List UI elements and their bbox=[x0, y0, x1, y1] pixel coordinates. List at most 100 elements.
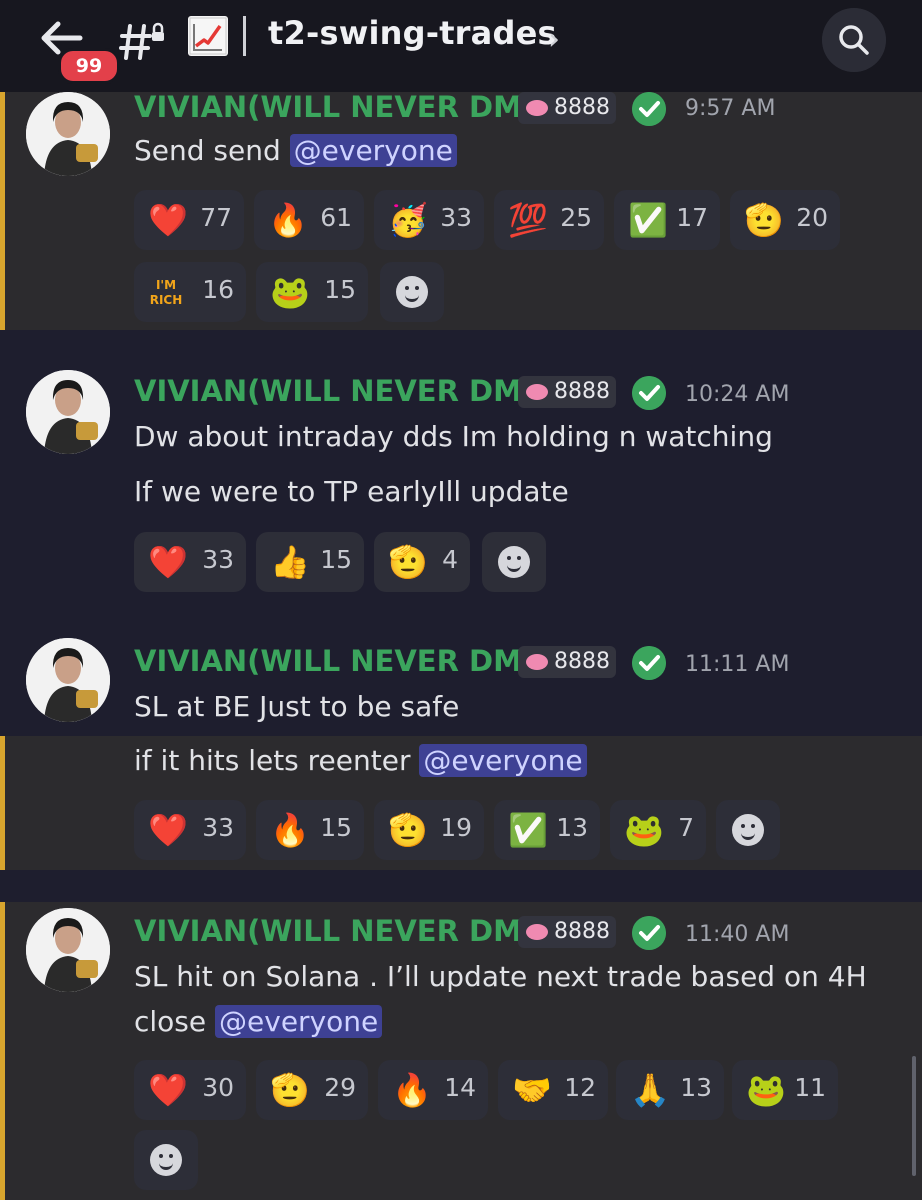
folded-hands-icon: 🙏 bbox=[630, 1071, 670, 1109]
verified-check-icon bbox=[632, 92, 666, 126]
salute-icon: 🫡 bbox=[744, 201, 784, 239]
heart-gem-icon bbox=[526, 654, 548, 670]
mention-highlight-bar bbox=[0, 736, 5, 870]
smiley-icon bbox=[396, 276, 428, 308]
message-4[interactable]: VIVIAN(WILL NEVER DM) 8888 11:40 AM SL h… bbox=[0, 902, 922, 1200]
add-reaction-button[interactable] bbox=[380, 262, 444, 322]
reaction-heart[interactable]: ❤️ 77 bbox=[134, 190, 244, 250]
check-mark-icon: ✅ bbox=[508, 811, 548, 849]
message-3[interactable]: VIVIAN(WILL NEVER DM) 8888 11:11 AM SL a… bbox=[0, 614, 922, 736]
fire-icon: 🔥 bbox=[270, 811, 310, 849]
reaction-fire[interactable]: 🔥 61 bbox=[254, 190, 364, 250]
timestamp: 11:40 AM bbox=[685, 922, 790, 947]
avatar[interactable] bbox=[26, 370, 110, 454]
fire-icon: 🔥 bbox=[392, 1071, 432, 1109]
username[interactable]: VIVIAN(WILL NEVER DM) bbox=[134, 644, 535, 678]
avatar[interactable] bbox=[26, 638, 110, 722]
add-reaction-button[interactable] bbox=[716, 800, 780, 860]
channel-name[interactable]: t2-swing-trades bbox=[268, 14, 557, 52]
reaction-fire[interactable]: 🔥 15 bbox=[256, 800, 364, 860]
pepe-frog-icon: 🐸 bbox=[624, 811, 664, 849]
message-text: Send send @everyone bbox=[134, 134, 457, 167]
salute-icon: 🫡 bbox=[270, 1071, 310, 1109]
verified-check-icon bbox=[632, 916, 666, 950]
handshake-icon: 🤝 bbox=[512, 1071, 552, 1109]
salute-icon: 🫡 bbox=[388, 543, 428, 581]
verified-check-icon bbox=[632, 376, 666, 410]
chevron-right-icon[interactable]: › bbox=[548, 22, 560, 57]
pepe-frog-icon: 🐸 bbox=[270, 273, 310, 311]
everyone-mention[interactable]: @everyone bbox=[215, 1005, 383, 1038]
reaction-salute[interactable]: 🫡 29 bbox=[256, 1060, 368, 1120]
reaction-heart[interactable]: ❤️ 33 bbox=[134, 532, 246, 592]
message-1[interactable]: VIVIAN(WILL NEVER DM) 8888 9:57 AM Send … bbox=[0, 90, 922, 330]
smiley-icon bbox=[498, 546, 530, 578]
salute-icon: 🫡 bbox=[388, 811, 428, 849]
everyone-mention[interactable]: @everyone bbox=[419, 744, 587, 777]
username[interactable]: VIVIAN(WILL NEVER DM) bbox=[134, 374, 535, 408]
server-boost-badge: 8888 bbox=[518, 376, 616, 408]
reaction-fire[interactable]: 🔥 14 bbox=[378, 1060, 488, 1120]
fire-icon: 🔥 bbox=[268, 201, 308, 239]
heart-gem-icon bbox=[526, 100, 548, 116]
reaction-check[interactable]: ✅ 17 bbox=[614, 190, 720, 250]
message-text: SL hit on Solana . I’ll update next trad… bbox=[134, 960, 867, 993]
reaction-heart[interactable]: ❤️ 33 bbox=[134, 800, 246, 860]
avatar[interactable] bbox=[26, 908, 110, 992]
reaction-salute[interactable]: 🫡 4 bbox=[374, 532, 470, 592]
channel-header: 99 t2-swing-trades › bbox=[0, 0, 922, 92]
avatar[interactable] bbox=[26, 92, 110, 176]
message-text: if it hits lets reenter @everyone bbox=[134, 744, 587, 777]
reaction-pray[interactable]: 🙏 13 bbox=[616, 1060, 724, 1120]
mention-highlight-bar bbox=[0, 92, 5, 330]
reaction-im-rich[interactable]: I'M RICH 16 bbox=[134, 262, 246, 322]
message-2[interactable]: VIVIAN(WILL NEVER DM) 8888 10:24 AM Dw a… bbox=[0, 330, 922, 614]
message-text: If we were to TP earlyIll update bbox=[134, 475, 569, 508]
party-face-icon: 🥳 bbox=[388, 201, 428, 239]
reaction-hundred[interactable]: 💯 25 bbox=[494, 190, 604, 250]
message-text: SL at BE Just to be safe bbox=[134, 690, 460, 723]
reaction-check[interactable]: ✅ 13 bbox=[494, 800, 600, 860]
message-3-highlight[interactable]: if it hits lets reenter @everyone ❤️ 33 🔥… bbox=[0, 736, 922, 870]
verified-check-icon bbox=[632, 646, 666, 680]
im-rich-icon: I'M RICH bbox=[149, 278, 183, 307]
unread-badge: 99 bbox=[58, 48, 120, 84]
message-text: Dw about intraday dds Im holding n watch… bbox=[134, 420, 773, 453]
heart-icon: ❤️ bbox=[148, 201, 188, 239]
smiley-icon bbox=[150, 1144, 182, 1176]
smiley-icon bbox=[732, 814, 764, 846]
chart-increasing-icon bbox=[188, 16, 228, 56]
reaction-thumbs-up[interactable]: 👍 15 bbox=[256, 532, 364, 592]
thumbs-up-icon: 👍 bbox=[270, 543, 310, 581]
add-reaction-button[interactable] bbox=[134, 1130, 198, 1190]
reaction-salute[interactable]: 🫡 19 bbox=[374, 800, 484, 860]
reaction-pepe[interactable]: 🐸 15 bbox=[256, 262, 368, 322]
hundred-points-icon: 💯 bbox=[508, 201, 548, 239]
pepe-frog-icon: 🐸 bbox=[746, 1071, 786, 1109]
reaction-heart[interactable]: ❤️ 30 bbox=[134, 1060, 246, 1120]
timestamp: 9:57 AM bbox=[685, 96, 776, 121]
username[interactable]: VIVIAN(WILL NEVER DM) bbox=[134, 90, 535, 124]
timestamp: 11:11 AM bbox=[685, 652, 790, 677]
reaction-pepe[interactable]: 🐸 11 bbox=[732, 1060, 838, 1120]
check-mark-icon: ✅ bbox=[628, 201, 668, 239]
heart-icon: ❤️ bbox=[148, 811, 188, 849]
reaction-party-face[interactable]: 🥳 33 bbox=[374, 190, 484, 250]
heart-gem-icon bbox=[526, 384, 548, 400]
server-boost-badge: 8888 bbox=[518, 92, 616, 124]
title-separator bbox=[243, 16, 246, 56]
scrollbar[interactable] bbox=[912, 1056, 916, 1176]
timestamp: 10:24 AM bbox=[685, 382, 790, 407]
heart-icon: ❤️ bbox=[148, 1071, 188, 1109]
reaction-pepe[interactable]: 🐸 7 bbox=[610, 800, 706, 860]
add-reaction-button[interactable] bbox=[482, 532, 546, 592]
reaction-handshake[interactable]: 🤝 12 bbox=[498, 1060, 608, 1120]
username[interactable]: VIVIAN(WILL NEVER DM) bbox=[134, 914, 535, 948]
heart-icon: ❤️ bbox=[148, 543, 188, 581]
everyone-mention[interactable]: @everyone bbox=[289, 134, 457, 167]
server-boost-badge: 8888 bbox=[518, 646, 616, 678]
server-boost-badge: 8888 bbox=[518, 916, 616, 948]
locked-channel-hash-icon bbox=[119, 22, 164, 60]
search-icon[interactable] bbox=[822, 8, 886, 72]
reaction-salute[interactable]: 🫡 20 bbox=[730, 190, 840, 250]
